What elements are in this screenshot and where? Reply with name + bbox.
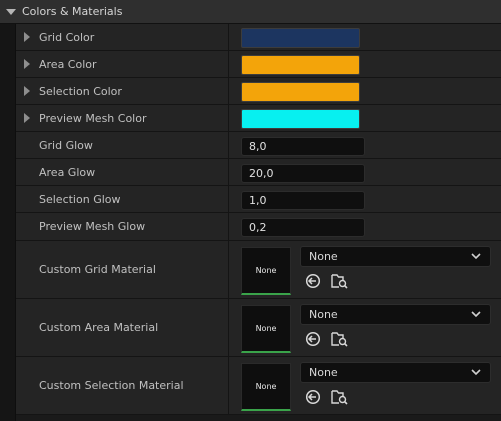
chevron-down-icon <box>471 253 481 260</box>
property-name-cell: Custom Area Material <box>16 299 229 356</box>
property-label: Grid Glow <box>39 139 93 152</box>
material-dropdown[interactable]: None <box>300 362 491 383</box>
property-value-cell: 1,0 <box>229 186 501 212</box>
property-value-cell <box>229 24 501 50</box>
use-selected-arrow-icon[interactable] <box>305 273 321 289</box>
property-label: Custom Grid Material <box>39 263 156 276</box>
dropdown-value: None <box>309 366 338 379</box>
property-row-selection-color: Selection Color <box>16 78 501 105</box>
number-input[interactable]: 0,2 <box>241 218 365 237</box>
color-swatch[interactable] <box>241 82 360 102</box>
browse-folder-icon[interactable] <box>331 273 348 289</box>
property-value-cell: 8,0 <box>229 132 501 158</box>
material-dropdown[interactable]: None <box>300 246 491 267</box>
thumbnail-text: None <box>255 266 277 275</box>
property-name-cell: Grid Color <box>16 24 229 50</box>
triangle-right-icon[interactable] <box>24 59 30 69</box>
property-name-cell: Preview Mesh Color <box>16 105 229 131</box>
dropdown-value: None <box>309 250 338 263</box>
triangle-right-icon[interactable] <box>24 113 30 123</box>
thumbnail-text: None <box>255 382 277 391</box>
indent-gutter <box>0 24 16 421</box>
property-label: Custom Area Material <box>39 321 159 334</box>
property-label: Area Glow <box>39 166 96 179</box>
number-input[interactable]: 20,0 <box>241 164 365 183</box>
property-row-area-color: Area Color <box>16 51 501 78</box>
use-selected-arrow-icon[interactable] <box>305 389 321 405</box>
material-thumbnail[interactable]: None <box>241 363 291 411</box>
color-swatch[interactable] <box>241 55 360 75</box>
property-value-cell <box>229 105 501 131</box>
property-label: Custom Selection Material <box>39 379 184 392</box>
chevron-down-icon <box>471 369 481 376</box>
property-name-cell: Custom Selection Material <box>16 357 229 414</box>
property-row-selection-glow: Selection Glow 1,0 <box>16 186 501 213</box>
material-thumbnail[interactable]: None <box>241 305 291 353</box>
property-value-cell: None None <box>229 299 501 356</box>
property-label: Selection Glow <box>39 193 121 206</box>
property-name-cell: Area Color <box>16 51 229 77</box>
thumbnail-text: None <box>255 324 277 333</box>
triangle-down-icon[interactable] <box>6 9 16 15</box>
dropdown-value: None <box>309 308 338 321</box>
category-header[interactable]: Colors & Materials <box>0 0 501 24</box>
property-name-cell: Custom Grid Material <box>16 241 229 298</box>
triangle-right-icon[interactable] <box>24 86 30 96</box>
property-name-cell: Area Glow <box>16 159 229 185</box>
property-row-custom-selection-material: Custom Selection Material None None <box>16 357 501 415</box>
property-name-cell: Selection Color <box>16 78 229 104</box>
material-thumbnail[interactable]: None <box>241 247 291 295</box>
category-title: Colors & Materials <box>22 5 123 18</box>
property-label: Area Color <box>39 58 97 71</box>
property-row-preview-mesh-color: Preview Mesh Color <box>16 105 501 132</box>
property-row-area-glow: Area Glow 20,0 <box>16 159 501 186</box>
property-label: Selection Color <box>39 85 122 98</box>
property-label: Preview Mesh Glow <box>39 220 146 233</box>
color-swatch[interactable] <box>241 109 360 129</box>
material-dropdown[interactable]: None <box>300 304 491 325</box>
use-selected-arrow-icon[interactable] <box>305 331 321 347</box>
browse-folder-icon[interactable] <box>331 389 348 405</box>
property-name-cell: Preview Mesh Glow <box>16 213 229 240</box>
property-value-cell <box>229 78 501 104</box>
details-panel: Colors & Materials Grid Color Area Color… <box>0 0 501 421</box>
property-name-cell: Selection Glow <box>16 186 229 212</box>
property-row-custom-area-material: Custom Area Material None None <box>16 299 501 357</box>
property-row-grid-glow: Grid Glow 8,0 <box>16 132 501 159</box>
property-value-cell: None None <box>229 241 501 298</box>
number-input[interactable]: 1,0 <box>241 191 365 210</box>
property-row-grid-color: Grid Color <box>16 24 501 51</box>
property-row-custom-grid-material: Custom Grid Material None None <box>16 241 501 299</box>
triangle-right-icon[interactable] <box>24 32 30 42</box>
browse-folder-icon[interactable] <box>331 331 348 347</box>
number-input[interactable]: 8,0 <box>241 137 365 156</box>
property-label: Grid Color <box>39 31 95 44</box>
property-value-cell: None None <box>229 357 501 414</box>
property-label: Preview Mesh Color <box>39 112 147 125</box>
color-swatch[interactable] <box>241 28 360 48</box>
chevron-down-icon <box>471 311 481 318</box>
property-row-preview-mesh-glow: Preview Mesh Glow 0,2 <box>16 213 501 241</box>
property-value-cell: 0,2 <box>229 213 501 240</box>
property-name-cell: Grid Glow <box>16 132 229 158</box>
property-value-cell <box>229 51 501 77</box>
property-value-cell: 20,0 <box>229 159 501 185</box>
